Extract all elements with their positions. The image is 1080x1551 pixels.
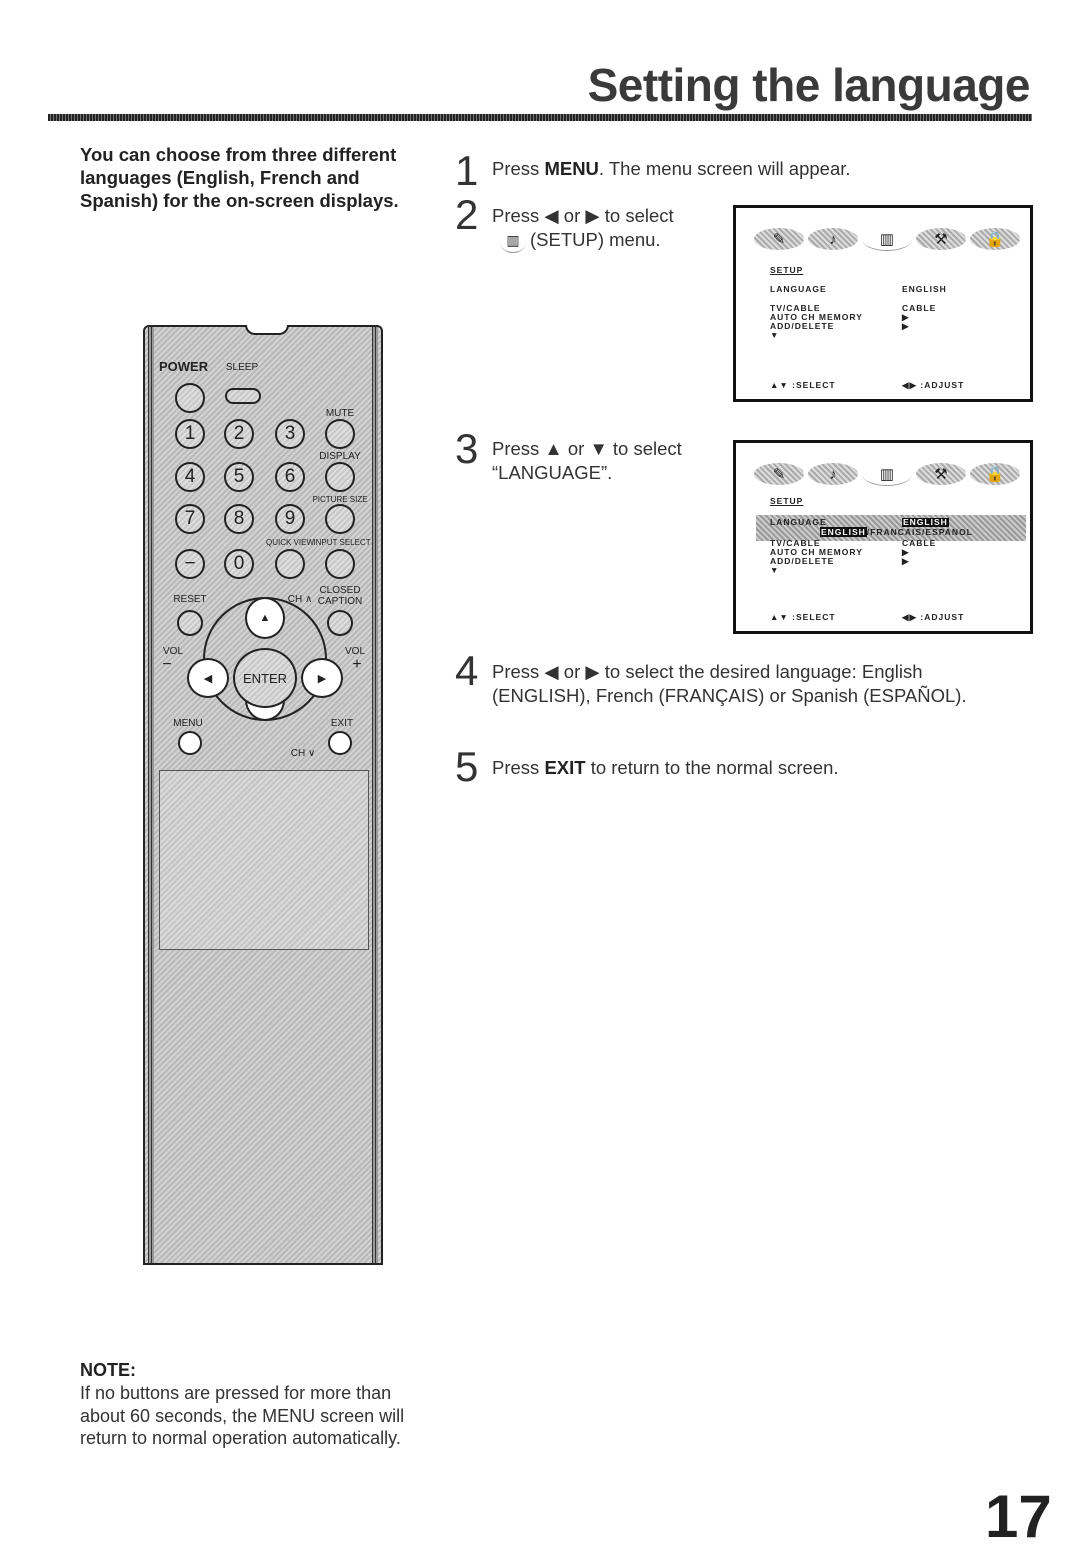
step-2-line2: (SETUP) menu. [530,229,661,250]
osd-value-adddelete: ▶ [902,556,910,566]
digit-0-button[interactable]: 0 [224,549,254,579]
step-4-line1: Press ◀ or ▶ to select the desired langu… [492,661,923,682]
music-note-icon: ♪ [808,228,858,250]
note-heading: NOTE: [80,1360,136,1380]
channel-up-button[interactable]: ▲ [245,597,285,639]
tools-icon: ⚒ [916,463,966,485]
step-1-number: 1 [455,147,479,194]
enter-button[interactable]: ENTER [233,648,297,708]
osd-more-arrow: ▼ [770,565,780,575]
tools-icon: ⚒ [916,228,966,250]
step-4-line2: (ENGLISH), French (FRANÇAIS) or Spanish … [492,685,967,706]
sleep-label: SLEEP [225,362,259,373]
note-text: If no buttons are pressed for more than … [80,1383,405,1448]
step-5-number: 5 [455,743,479,790]
language-options: ENGLISH/FRANCAIS/ESPANOL [820,527,973,537]
step-3-number: 3 [455,425,479,472]
digit-1-button[interactable]: 1 [175,419,205,449]
digit-7-button[interactable]: 7 [175,504,205,534]
remote-edge-right [372,327,378,1263]
dash-button[interactable]: − [175,549,205,579]
osd-footer-adjust: ◀▶ :ADJUST [902,612,965,622]
vol-plus-label: + [352,656,362,673]
menu-icon-row: ✎ ♪ ▥ ⚒ 🔒 [754,463,1020,486]
osd-heading: SETUP [770,265,804,275]
menu-button[interactable] [178,731,202,755]
page-number: 17 [985,1483,1052,1550]
osd-label-adddelete: ADD/DELETE [770,556,835,566]
display-label: DISPLAY [319,451,361,462]
setup-menu-screen: ✎ ♪ ▥ ⚒ 🔒 SETUP LANGUAGE ENGLISH TV/CABL… [733,205,1033,402]
caption-label: CAPTION [317,596,363,607]
closed-caption-button[interactable] [327,610,353,636]
digit-5-button[interactable]: 5 [224,462,254,492]
step-5-text: Press EXIT to return to the normal scree… [492,757,839,778]
digit-6-button[interactable]: 6 [275,462,305,492]
setup-box-icon: ▥ [862,463,912,486]
osd-label-adddelete: ADD/DELETE [770,321,835,331]
language-menu-screen: ✎ ♪ ▥ ⚒ 🔒 SETUP LANGUAGE ENGLISH ENGLISH… [733,440,1033,634]
osd-value-language: ENGLISH [902,517,949,527]
osd-footer-select: ▲▼ :SELECT [770,380,836,390]
reset-button[interactable] [177,610,203,636]
osd-footer-select: ▲▼ :SELECT [770,612,836,622]
remote-control-illustration: POWER SLEEP MUTE DISPLAY PICTURE SIZE QU… [143,325,383,1265]
exit-label: EXIT [330,718,354,729]
paintbrush-icon: ✎ [754,228,804,250]
step-1-text: Press MENU. The menu screen will appear. [492,158,851,179]
power-button[interactable] [175,383,205,413]
digit-3-button[interactable]: 3 [275,419,305,449]
remote-lower-panel [159,770,369,950]
remote-edge-left [148,327,154,1263]
sleep-button[interactable] [225,388,261,404]
exit-button[interactable] [328,731,352,755]
menu-icon-row: ✎ ♪ ▥ ⚒ 🔒 [754,228,1020,251]
title-rule [48,114,1032,121]
intro-text: You can choose from three different lang… [80,144,399,211]
mute-button[interactable] [325,419,355,449]
input-select-button[interactable] [325,549,355,579]
picture-size-button[interactable] [325,504,355,534]
step-3-line1: Press ▲ or ▼ to select [492,438,682,459]
quick-view-button[interactable] [275,549,305,579]
display-button[interactable] [325,462,355,492]
ch-down-label: CH ∨ [290,748,316,759]
mute-label: MUTE [325,408,355,419]
vol-minus-label: − [162,656,172,673]
remote-notch [245,325,289,335]
setup-box-icon: ▥ [862,228,912,251]
volume-down-button[interactable]: ◀ [187,658,229,698]
osd-label-language: LANGUAGE [770,517,827,527]
step-3-line2: “LANGUAGE”. [492,462,613,483]
closed-label: CLOSED [319,585,361,596]
step-2-number: 2 [455,191,479,238]
osd-value-adddelete: ▶ [902,321,910,331]
paintbrush-icon: ✎ [754,463,804,485]
power-label: POWER [159,359,209,374]
osd-value-language: ENGLISH [902,284,947,294]
osd-footer-adjust: ◀▶ :ADJUST [902,380,965,390]
music-note-icon: ♪ [808,463,858,485]
reset-label: RESET [173,594,207,605]
lock-icon: 🔒 [970,463,1020,485]
lock-icon: 🔒 [970,228,1020,250]
digit-8-button[interactable]: 8 [224,504,254,534]
menu-label: MENU [173,718,203,729]
digit-2-button[interactable]: 2 [224,419,254,449]
osd-label-language: LANGUAGE [770,284,827,294]
osd-heading: SETUP [770,496,804,506]
page-title: Setting the language [587,59,1031,111]
digit-4-button[interactable]: 4 [175,462,205,492]
step-4-number: 4 [455,647,479,694]
step-2-line1: Press ◀ or ▶ to select [492,205,674,226]
quick-view-label: QUICK VIEW [265,538,315,547]
volume-up-button[interactable]: ▶ [301,658,343,698]
digit-9-button[interactable]: 9 [275,504,305,534]
osd-more-arrow: ▼ [770,330,780,340]
option-english: ENGLISH [820,527,867,537]
setup-icon: ▥ [500,232,526,253]
input-select-label: INPUT SELECT [313,538,371,547]
option-others: /FRANCAIS/ESPANOL [866,527,973,537]
